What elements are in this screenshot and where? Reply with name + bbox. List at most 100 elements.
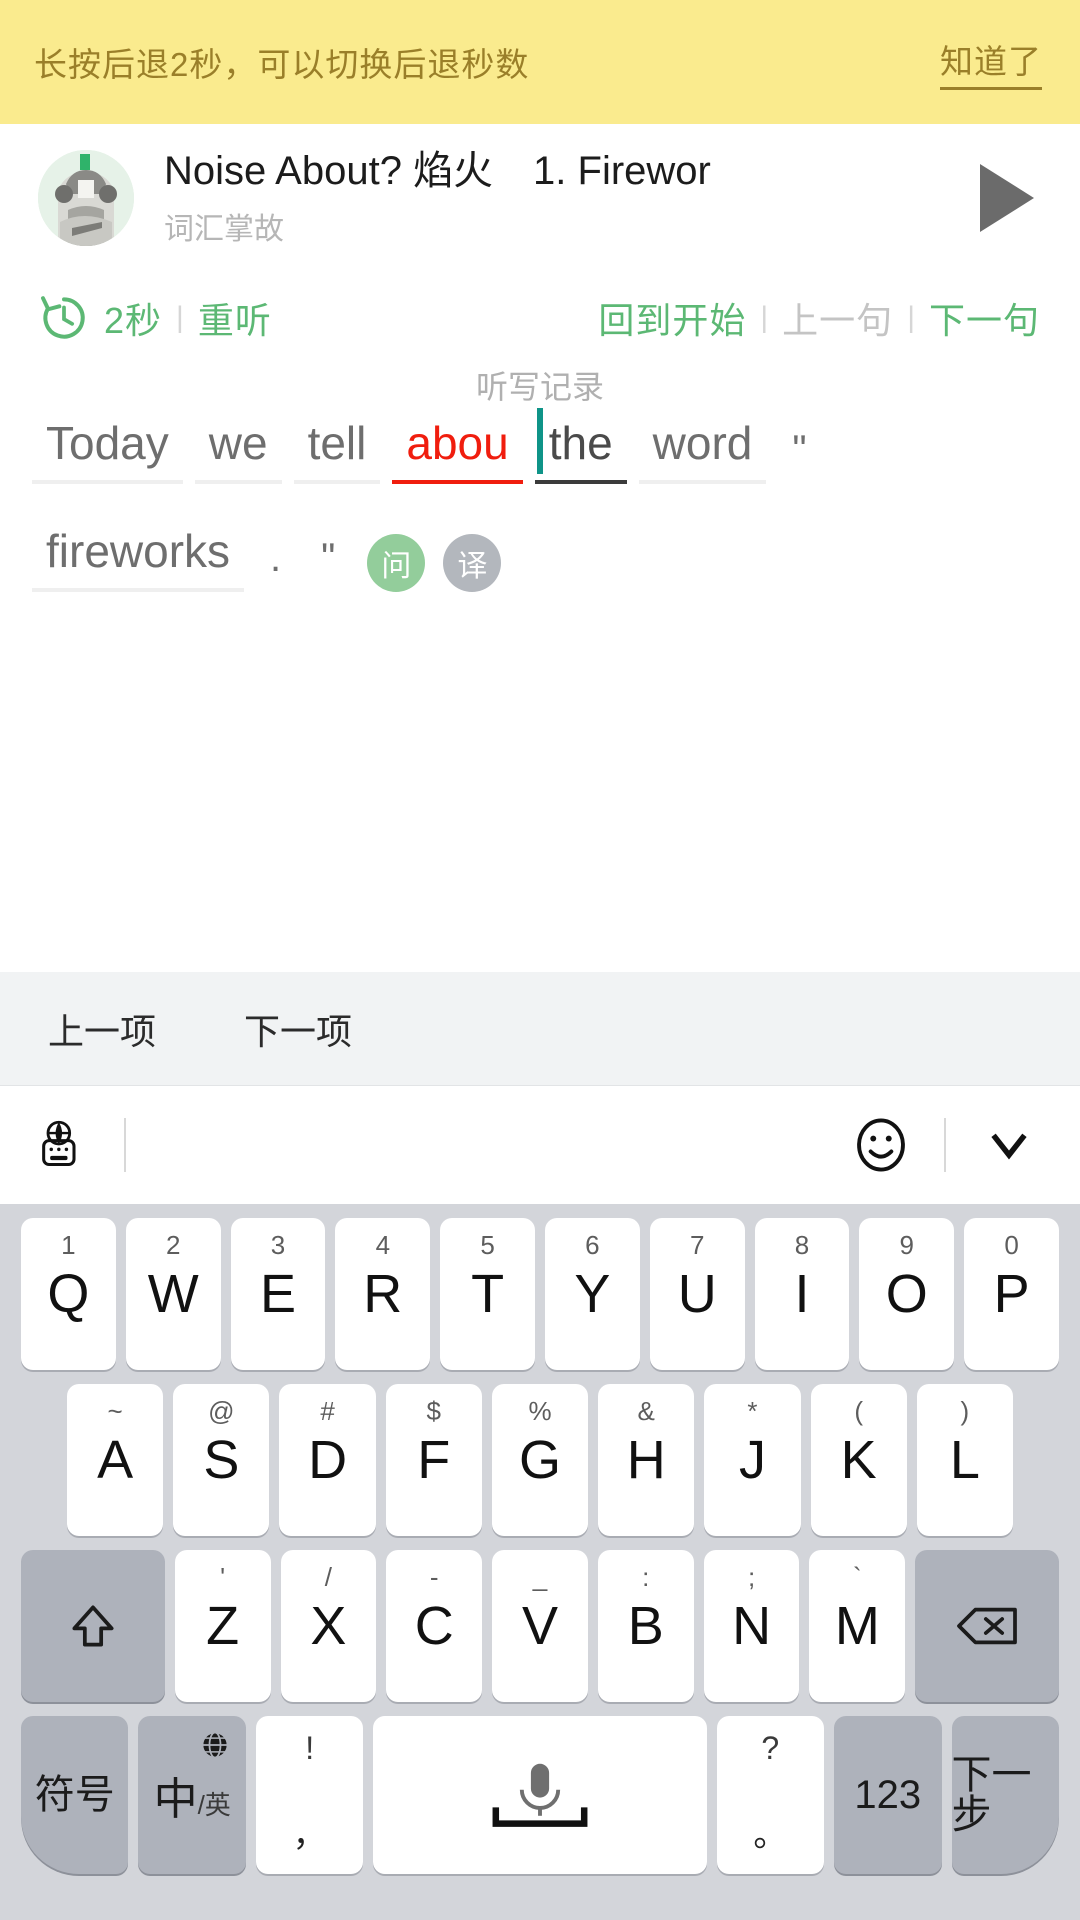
key-z[interactable]: ' Z [174,1550,271,1702]
shift-key[interactable] [21,1550,165,1702]
key-label: O [885,1264,928,1324]
key-c[interactable]: -C [386,1550,483,1702]
dictation-word[interactable]: Today [32,420,183,484]
key-alt-label: ~ [107,1396,123,1426]
key-label: W [147,1264,199,1324]
keyboard-row-2: ~ A @ S # D $ F % G & H * J (K ) L [0,1384,1080,1536]
numbers-key[interactable]: 123 [834,1716,942,1874]
tip-banner: 长按后退2秒，可以切换后退秒数 知道了 [0,0,1080,124]
comma-key[interactable]: ! ， [255,1716,364,1874]
key-q[interactable]: 1Q [21,1218,116,1370]
controls-right-group: 回到开始 | 上一句 | 下一句 [598,292,1080,344]
key-h[interactable]: & H [598,1384,695,1536]
key-alt-label: 5 [480,1230,495,1260]
play-triangle-icon [980,164,1034,232]
key-b[interactable]: :B [597,1550,694,1702]
key-alt-label: ' [220,1562,226,1592]
key-y[interactable]: 6Y [545,1218,640,1370]
backspace-key[interactable] [915,1550,1059,1702]
smiley-face-icon[interactable] [850,1114,912,1176]
key-l[interactable]: ) L [916,1384,1013,1536]
globe-keyboard-icon[interactable] [30,1114,92,1176]
dictation-quote-mark: " [321,536,336,580]
backspace-icon [957,1607,1017,1645]
key-label: Y [574,1264,611,1324]
rewind-button[interactable]: 2秒 [36,290,162,346]
period-key[interactable]: ? 。 [716,1716,825,1874]
dictation-word[interactable]: word [638,420,767,484]
key-i[interactable]: 8I [754,1218,850,1370]
key-alt-label: ( [854,1396,863,1426]
language-main-label: 中 [153,1775,198,1824]
dictation-word-active[interactable]: the [534,408,627,484]
key-label: F [417,1430,451,1490]
dictation-quote-mark: " [792,428,807,472]
next-step-key[interactable]: 下一步 [951,1716,1059,1874]
key-f[interactable]: $ F [385,1384,482,1536]
language-switch-key[interactable]: 中 /英 [138,1716,246,1874]
play-button[interactable] [964,155,1050,241]
chevron-down-icon[interactable] [978,1114,1040,1176]
dictation-word[interactable]: tell [293,420,381,484]
key-s[interactable]: @ S [173,1384,270,1536]
avatar[interactable] [38,150,134,246]
key-alt-label: 4 [375,1230,391,1260]
comma-label: ， [292,1816,327,1854]
tip-dismiss-button[interactable]: 知道了 [940,35,1042,90]
next-sentence-button[interactable]: 下一句 [929,292,1040,344]
player-text-block: Noise About? 焰火 1. Firewor 词汇掌故 [164,148,964,247]
key-w[interactable]: 2W [125,1218,221,1370]
key-alt-label: 3 [270,1230,286,1260]
control-separator: | [760,301,769,334]
dictation-word-area[interactable]: Today we tell abou the word " fireworks … [26,408,1066,636]
symbols-key[interactable]: 符号 [21,1716,129,1874]
dictation-word-error[interactable]: abou [392,420,523,484]
key-alt-label: # [320,1396,335,1426]
key-alt-label: : [642,1562,650,1592]
key-x[interactable]: / X [280,1550,377,1702]
key-j[interactable]: * J [704,1384,801,1536]
key-e[interactable]: 3E [230,1218,326,1370]
key-label: U [677,1264,717,1324]
next-item-button[interactable]: 下一项 [244,1003,352,1055]
key-g[interactable]: % G [491,1384,589,1536]
key-label: 下一步 [951,1753,1032,1837]
key-u[interactable]: 7U [649,1218,745,1370]
key-label: J [738,1430,766,1490]
key-label: 符号 [34,1773,115,1817]
key-r[interactable]: 4R [335,1218,431,1370]
dictation-word[interactable]: fireworks [32,528,245,592]
dictation-word[interactable]: we [194,420,282,484]
prev-sentence-button[interactable]: 上一句 [782,292,893,344]
chevron-down-glyph [991,1133,1027,1160]
ask-badge[interactable]: 问 [367,534,426,592]
globe-glyph [201,1731,229,1759]
key-alt-label: 6 [585,1230,600,1260]
key-d[interactable]: # D [279,1384,376,1536]
key-label: C [414,1596,454,1656]
translate-badge[interactable]: 译 [443,534,502,592]
smiley-glyph [857,1118,905,1172]
key-label: N [732,1596,772,1656]
key-p[interactable]: 0P [964,1218,1059,1370]
key-t[interactable]: 5T [440,1218,535,1370]
key-label: S [203,1430,240,1490]
space-key[interactable] [373,1716,707,1874]
key-label: H [626,1430,666,1490]
key-label: B [627,1596,664,1656]
dictation-section-title: 听写记录 [475,369,604,405]
key-label: P [993,1264,1030,1324]
key-alt-label: 9 [899,1230,915,1260]
key-m[interactable]: ` M [809,1550,906,1702]
key-v[interactable]: _ V [492,1550,588,1702]
ime-toolbar [0,1086,1080,1204]
back-to-start-button[interactable]: 回到开始 [598,292,746,344]
key-k[interactable]: (K [810,1384,907,1536]
replay-button[interactable]: 重听 [198,292,272,344]
key-o[interactable]: 9O [859,1218,955,1370]
key-a[interactable]: ~ A [67,1384,164,1536]
control-separator: | [907,301,915,334]
prev-item-button[interactable]: 上一项 [48,1003,156,1055]
key-label: V [521,1596,558,1656]
key-n[interactable]: ; N [703,1550,800,1702]
